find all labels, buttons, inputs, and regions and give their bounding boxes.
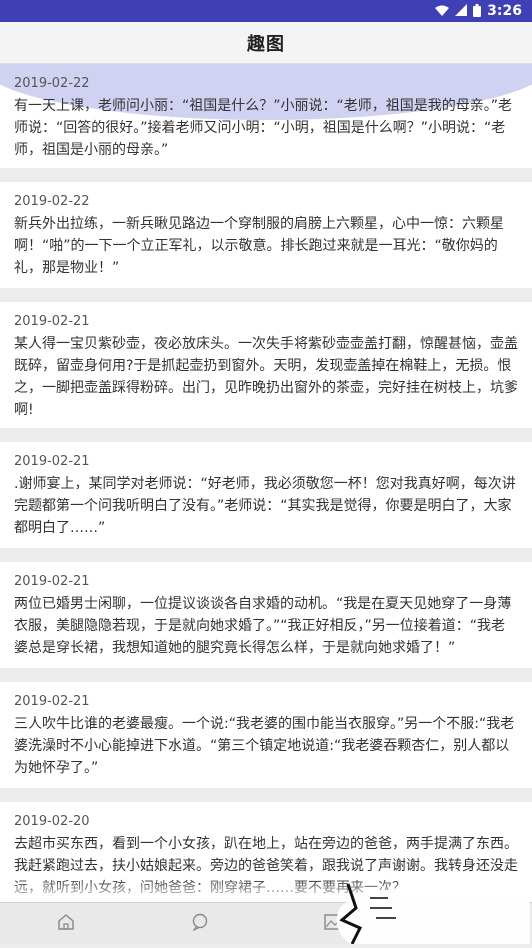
joke-text: 三人吹牛比谁的老婆最瘦。一个说:“我老婆的围巾能当衣服穿。”另一个不服:“我老婆… (14, 716, 515, 776)
joke-card[interactable]: 2019-02-21 两位已婚男士闲聊，一位提议谈谈各自求婚的动机。“我是在夏天… (0, 562, 532, 668)
joke-text: 某人得一宝贝紫砂壶，夜必放床头。一次失手将紫砂壶壶盖打翻，惊醒甚恼，壶盖既碎，留… (14, 336, 518, 418)
joke-date: 2019-02-21 (14, 694, 90, 709)
status-time: 3:26 (487, 3, 522, 19)
app-header: 趣图 (0, 22, 532, 64)
signal-icon (455, 4, 468, 18)
joke-card[interactable]: 2019-02-21 某人得一宝贝紫砂壶，夜必放床头。一次失手将紫砂壶壶盖打翻，… (0, 302, 532, 428)
joke-card[interactable]: 2019-02-21 .谢师宴上，某同学对老师说：“好老师，我必须敬您一杯！您对… (0, 442, 532, 548)
page-title: 趣图 (247, 33, 285, 55)
nav-home[interactable] (46, 903, 86, 945)
joke-date: 2019-02-20 (14, 814, 90, 829)
joke-text: 有一天上课，老师问小丽：“祖国是什么？”小丽说：“老师，祖国是我的母亲。”老师说… (14, 98, 513, 158)
joke-text: 两位已婚男士闲聊，一位提议谈谈各自求婚的动机。“我是在夏天见她穿了一身薄衣服，美… (14, 596, 512, 656)
joke-text: .谢师宴上，某同学对老师说：“好老师，我必须敬您一杯！您对我真好啊，每次讲完题都… (14, 476, 516, 536)
battery-icon (473, 3, 482, 19)
joke-date: 2019-02-21 (14, 574, 90, 589)
joke-text: 新兵外出拉练，一新兵瞅见路边一个穿制服的肩膀上六颗星，心中一惊：六颗星啊！“啪”… (14, 216, 504, 276)
status-bar: 3:26 (0, 0, 532, 22)
joke-date: 2019-02-21 (14, 454, 90, 469)
wifi-icon (435, 5, 450, 18)
joke-feed[interactable]: 2019-02-22 有一天上课，老师问小丽：“祖国是什么？”小丽说：“老师，祖… (0, 64, 532, 902)
joke-date: 2019-02-22 (14, 194, 90, 209)
joke-card[interactable]: 2019-02-21 三人吹牛比谁的老婆最瘦。一个说:“我老婆的围巾能当衣服穿。… (0, 682, 532, 788)
home-icon (57, 913, 75, 935)
joke-date: 2019-02-21 (14, 314, 90, 329)
joke-date: 2019-02-22 (14, 76, 90, 91)
watermark-logo (330, 868, 530, 945)
nav-chat[interactable] (180, 903, 220, 945)
chat-icon (191, 913, 209, 935)
joke-card[interactable]: 2019-02-22 新兵外出拉练，一新兵瞅见路边一个穿制服的肩膀上六颗星，心中… (0, 182, 532, 288)
joke-card[interactable]: 2019-02-22 有一天上课，老师问小丽：“祖国是什么？”小丽说：“老师，祖… (0, 64, 532, 168)
